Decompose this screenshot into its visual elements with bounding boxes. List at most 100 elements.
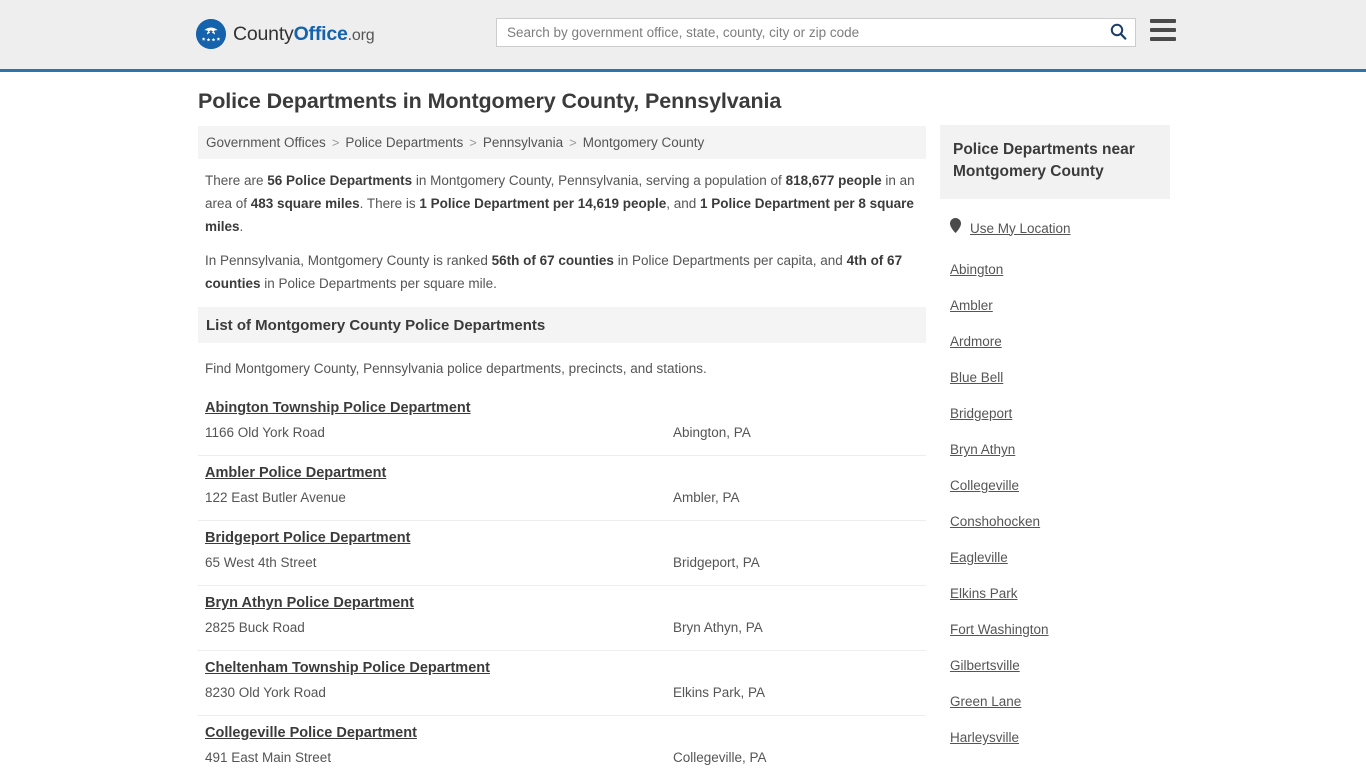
hamburger-menu-icon-bar-2: [1150, 28, 1176, 32]
nearby-city-link[interactable]: Harleysville: [950, 720, 1019, 756]
nearby-city-link[interactable]: Fort Washington: [950, 612, 1049, 648]
police-department-row: Cheltenham Township Police Department 823…: [198, 651, 926, 716]
use-my-location-row[interactable]: Use My Location: [940, 218, 1170, 238]
police-department-city: Abington, PA: [673, 425, 751, 440]
statistic-value: 483 square miles: [250, 196, 360, 211]
statistic-text: In Pennsylvania, Montgomery County is ra…: [205, 253, 492, 268]
nearby-city-link[interactable]: Hatboro: [950, 756, 998, 768]
nearby-city-link[interactable]: Blue Bell: [950, 360, 1003, 396]
sidebar: Police Departments near Montgomery Count…: [940, 125, 1170, 768]
police-department-detail: 2825 Buck Road Bryn Athyn, PA: [205, 620, 919, 635]
breadcrumb-item[interactable]: Pennsylvania: [483, 135, 563, 150]
breadcrumb-item[interactable]: Police Departments: [345, 135, 463, 150]
nearby-city-list-item: Ardmore: [950, 324, 1170, 360]
nearby-city-list-item: Bridgeport: [950, 396, 1170, 432]
nearby-city-list-item: Gilbertsville: [950, 648, 1170, 684]
search-button[interactable]: [1101, 19, 1135, 46]
nearby-city-link[interactable]: Ardmore: [950, 324, 1002, 360]
police-department-detail: 65 West 4th Street Bridgeport, PA: [205, 555, 919, 570]
police-department-address: 2825 Buck Road: [205, 620, 305, 635]
site-header: CountyOffice.org: [0, 0, 1366, 72]
nearby-city-link[interactable]: Collegeville: [950, 468, 1019, 504]
nearby-city-link[interactable]: Bridgeport: [950, 396, 1012, 432]
statistics-section: There are 56 Police Departments in Montg…: [198, 169, 926, 295]
hamburger-menu-icon-bar-3: [1150, 37, 1176, 41]
nearby-city-list-item: Harleysville: [950, 720, 1170, 756]
police-department-city: Elkins Park, PA: [673, 685, 766, 700]
police-department-detail: 122 East Butler Avenue Ambler, PA: [205, 490, 919, 505]
police-department-detail: 1166 Old York Road Abington, PA: [205, 425, 919, 440]
police-department-name-link[interactable]: Bridgeport Police Department: [205, 530, 410, 546]
logo-text-office: Office: [293, 22, 348, 45]
breadcrumb-separator: >: [331, 135, 340, 150]
logo-text-org: .org: [347, 26, 375, 44]
nearby-city-link[interactable]: Gilbertsville: [950, 648, 1020, 684]
police-department-address: 65 West 4th Street: [205, 555, 317, 570]
police-department-detail: 8230 Old York Road Elkins Park, PA: [205, 685, 919, 700]
police-department-row: Bridgeport Police Department 65 West 4th …: [198, 521, 926, 586]
nearby-city-list-item: Ambler: [950, 288, 1170, 324]
statistic-text: . There is: [359, 196, 420, 211]
statistics-paragraph-2: In Pennsylvania, Montgomery County is ra…: [205, 249, 919, 295]
hamburger-menu-button[interactable]: [1150, 19, 1176, 41]
nearby-city-link[interactable]: Eagleville: [950, 540, 1008, 576]
list-section-intro: Find Montgomery County, Pennsylvania pol…: [205, 361, 707, 376]
list-section-header: List of Montgomery County Police Departm…: [198, 307, 926, 343]
breadcrumb-separator: >: [469, 135, 477, 150]
nearby-city-list-item: Conshohocken: [950, 504, 1170, 540]
hamburger-menu-icon-bar-1: [1150, 19, 1176, 23]
statistic-value: 818,677 people: [785, 173, 882, 188]
breadcrumb-item[interactable]: Montgomery County: [583, 135, 705, 150]
statistic-value: 56th of 67 counties: [491, 253, 614, 268]
nearby-city-list-item: Bryn Athyn: [950, 432, 1170, 468]
nearby-city-link[interactable]: Green Lane: [950, 684, 1021, 720]
nearby-city-link[interactable]: Bryn Athyn: [950, 432, 1015, 468]
police-department-detail: 491 East Main Street Collegeville, PA: [205, 750, 919, 765]
police-department-name-link[interactable]: Bryn Athyn Police Department: [205, 595, 414, 611]
site-logo[interactable]: CountyOffice.org: [196, 19, 375, 49]
search-icon: [1110, 23, 1127, 43]
statistic-text: in Montgomery County, Pennsylvania, serv…: [412, 173, 786, 188]
nearby-city-list-item: Elkins Park: [950, 576, 1170, 612]
search-input[interactable]: [497, 19, 1101, 46]
police-department-row: Collegeville Police Department 491 East M…: [198, 716, 926, 768]
police-department-city: Ambler, PA: [673, 490, 740, 505]
police-department-city: Collegeville, PA: [673, 750, 767, 765]
police-department-city: Bryn Athyn, PA: [673, 620, 763, 635]
police-department-list: Abington Township Police Department 1166 …: [198, 391, 926, 768]
police-department-row: Abington Township Police Department 1166 …: [198, 391, 926, 456]
eagle-seal-icon: [196, 19, 226, 49]
search-bar: [496, 18, 1136, 47]
police-department-name-link[interactable]: Ambler Police Department: [205, 465, 386, 481]
nearby-city-link[interactable]: Conshohocken: [950, 504, 1040, 540]
police-department-name-link[interactable]: Cheltenham Township Police Department: [205, 660, 490, 676]
list-section-heading: List of Montgomery County Police Departm…: [206, 316, 546, 334]
page-title: Police Departments in Montgomery County,…: [198, 89, 782, 113]
breadcrumb: Government Offices > Police Departments > Pe…: [198, 126, 926, 159]
nearby-city-link[interactable]: Abington: [950, 252, 1003, 288]
statistics-paragraph-1: There are 56 Police Departments in Montg…: [205, 169, 919, 238]
site-logo-text: CountyOffice.org: [233, 22, 375, 46]
police-department-name-link[interactable]: Collegeville Police Department: [205, 725, 417, 741]
nearby-city-list-item: Collegeville: [950, 468, 1170, 504]
breadcrumb-separator: >: [569, 135, 577, 150]
statistic-value: 56 Police Departments: [267, 173, 413, 188]
statistic-text: , and: [666, 196, 701, 211]
nearby-city-list-item: Blue Bell: [950, 360, 1170, 396]
breadcrumb-item[interactable]: Government Offices: [206, 135, 326, 150]
nearby-city-list-item: Hatboro: [950, 756, 1170, 768]
statistic-text: in Police Departments per square mile.: [260, 276, 497, 291]
police-department-address: 122 East Butler Avenue: [205, 490, 346, 505]
police-department-address: 8230 Old York Road: [205, 685, 326, 700]
statistic-text: in Police Departments per capita, and: [613, 253, 847, 268]
nearby-city-list: Abington Ambler Ardmore Blue Bell Bridgeport…: [940, 252, 1170, 768]
statistic-text: There are: [205, 173, 268, 188]
nearby-city-list-item: Fort Washington: [950, 612, 1170, 648]
logo-text-county: County: [233, 22, 294, 45]
police-department-name-link[interactable]: Abington Township Police Department: [205, 400, 471, 416]
nearby-city-link[interactable]: Ambler: [950, 288, 993, 324]
police-department-city: Bridgeport, PA: [673, 555, 760, 570]
nearby-city-link[interactable]: Elkins Park: [950, 576, 1018, 612]
statistic-text: .: [239, 219, 244, 234]
use-my-location-link[interactable]: Use My Location: [970, 221, 1071, 236]
